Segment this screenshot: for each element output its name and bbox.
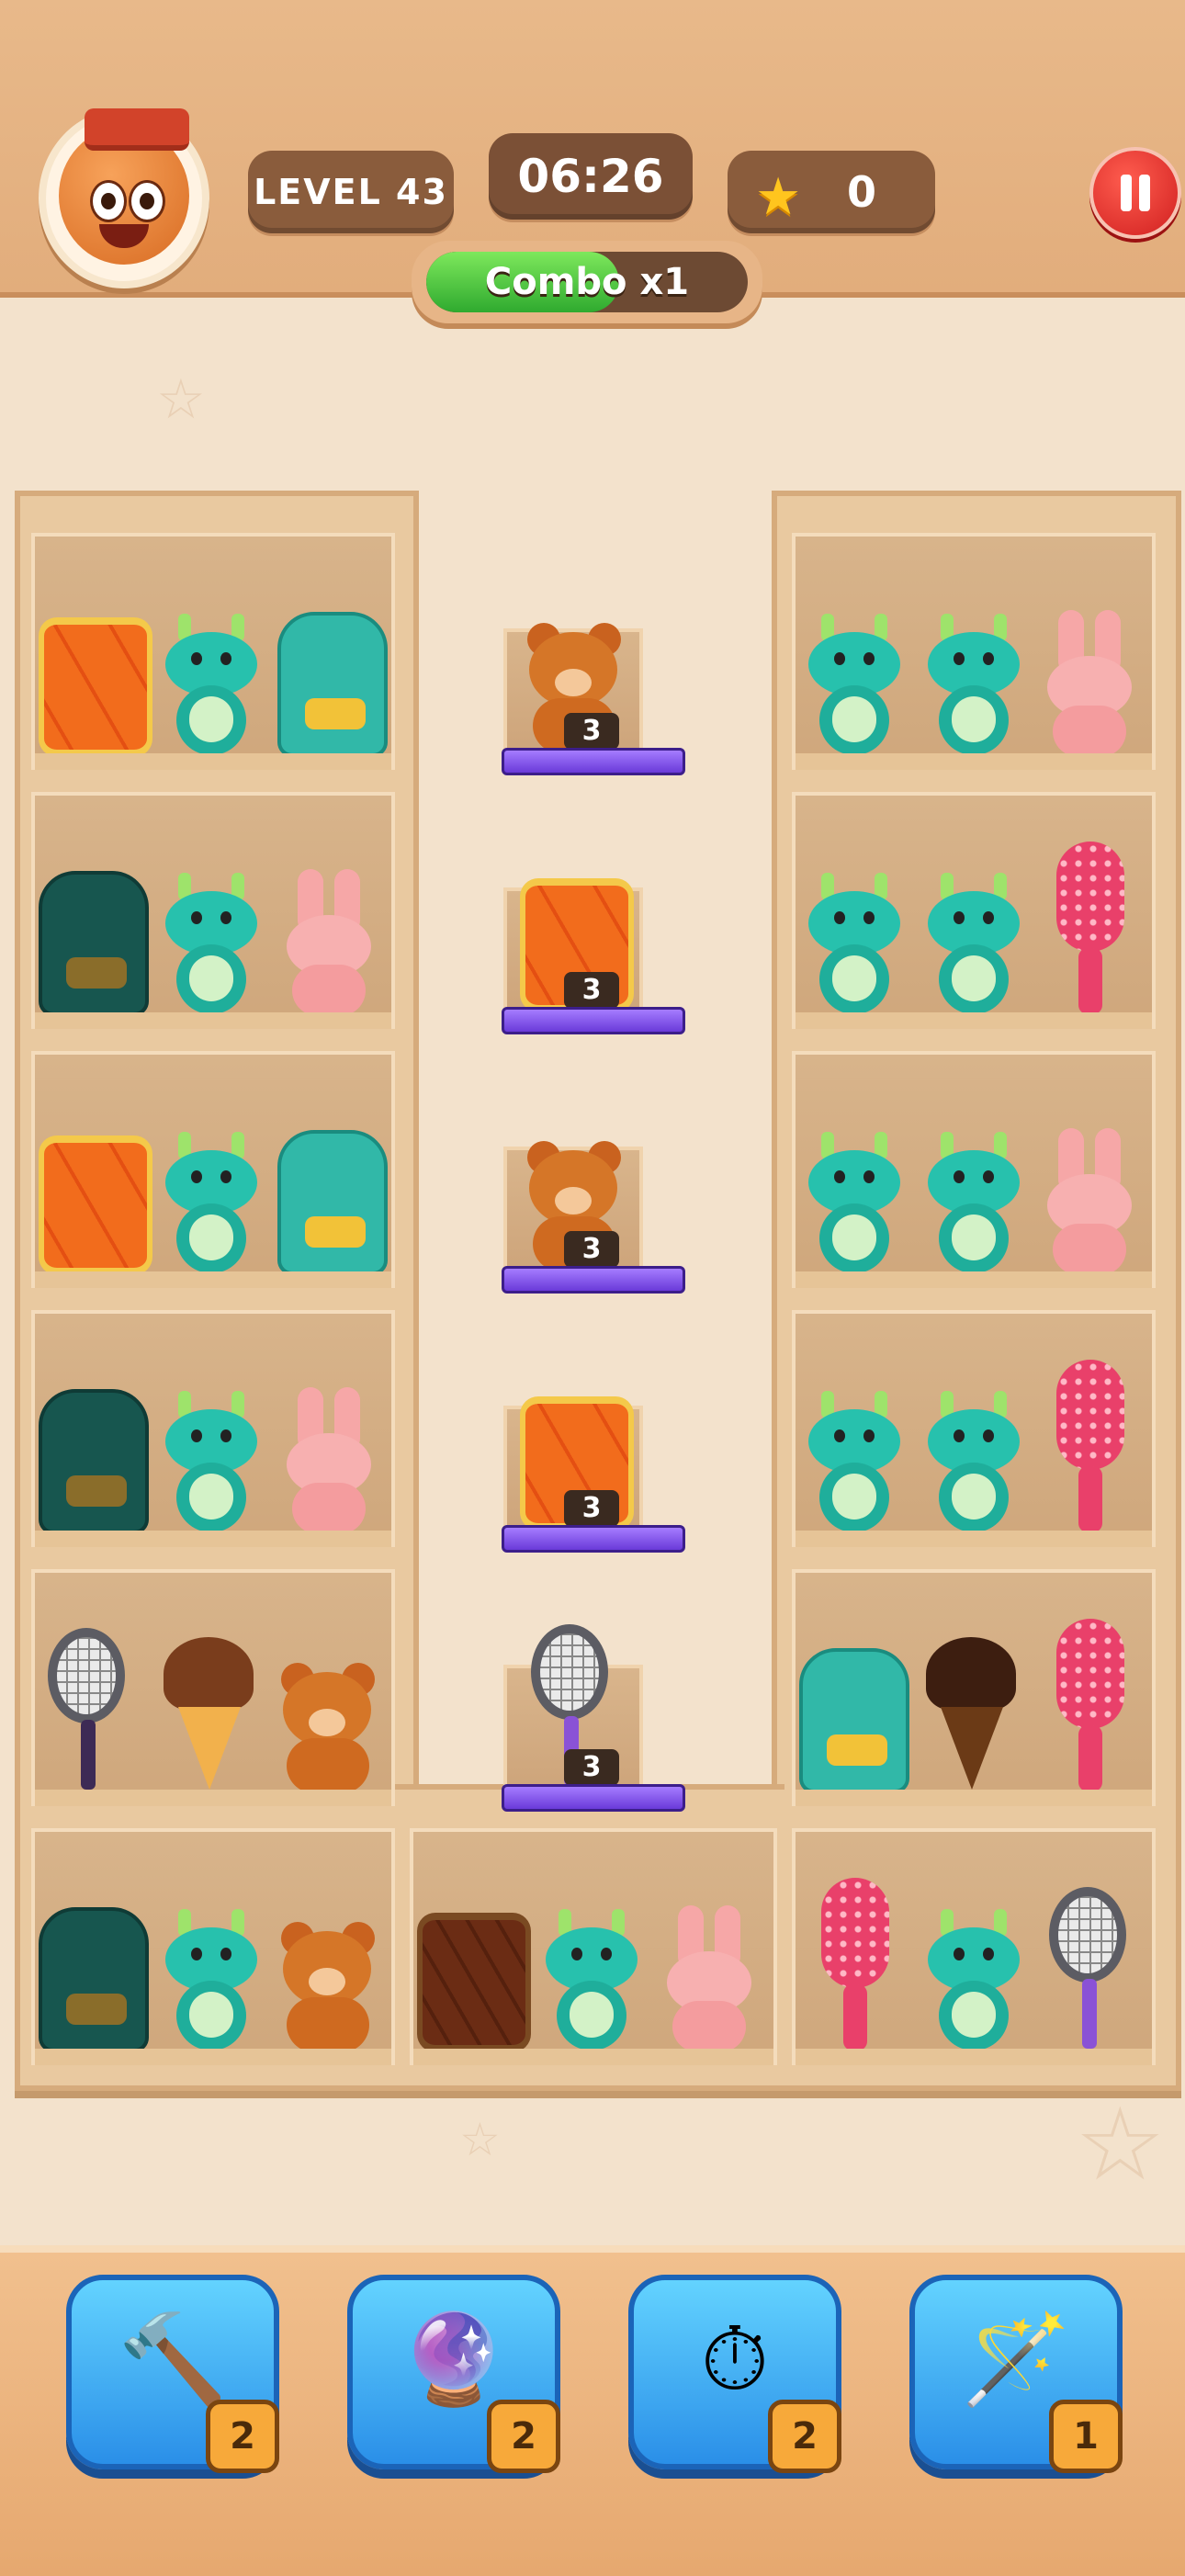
shuffle-booster-button[interactable]: 🔮 2	[347, 2275, 560, 2473]
deer-plush-item[interactable]	[799, 873, 909, 1016]
combo-meter: Combo x1	[412, 241, 762, 323]
shelf-slot[interactable]	[792, 1828, 1156, 2065]
deer-plush-item[interactable]	[799, 1391, 909, 1534]
deer-plush-item[interactable]	[156, 873, 266, 1016]
ice-cream-item[interactable]	[920, 1628, 1021, 1793]
deer-plush-item[interactable]	[156, 1909, 266, 2052]
drum-item[interactable]	[417, 1913, 531, 2052]
hammer-booster-button[interactable]: 🔨 2	[66, 2275, 279, 2473]
lock-bar	[502, 1266, 685, 1294]
tennis-racket-item[interactable]	[48, 1628, 130, 1793]
star-counter: ★ 0	[728, 151, 935, 233]
drum-item[interactable]	[39, 1135, 152, 1275]
bunny-plush-item[interactable]	[1034, 1128, 1145, 1275]
shelf-slot[interactable]	[31, 1569, 395, 1806]
hairbrush-item[interactable]	[814, 1878, 897, 2052]
teddy-bear-item[interactable]	[268, 1915, 388, 2052]
decor-star-icon: ☆	[156, 367, 206, 432]
bunny-plush-item[interactable]	[654, 1905, 764, 2052]
lock-bar	[502, 1784, 685, 1812]
tennis-racket-item[interactable]	[1049, 1887, 1132, 2052]
shelf-slot[interactable]	[31, 792, 395, 1029]
shelf-slot[interactable]	[31, 533, 395, 770]
shelf-slot[interactable]	[792, 1569, 1156, 1806]
bunny-plush-item[interactable]	[274, 869, 384, 1016]
magic-wand-icon: 🪄	[961, 2308, 1071, 2411]
deer-plush-item[interactable]	[156, 614, 266, 757]
hairbrush-item[interactable]	[1049, 842, 1132, 1016]
drum-item[interactable]	[39, 617, 152, 757]
magic-wand-booster-button[interactable]: 🪄 1	[909, 2275, 1123, 2473]
countdown-timer: 06:26	[489, 133, 693, 220]
deer-plush-item[interactable]	[919, 1132, 1029, 1275]
star-count: 0	[847, 167, 877, 217]
shelf-slot[interactable]	[410, 1828, 777, 2065]
ice-cream-item[interactable]	[158, 1628, 259, 1793]
combo-progress-bar: Combo x1	[426, 252, 748, 312]
deer-plush-item[interactable]	[919, 873, 1029, 1016]
lock-bar	[502, 748, 685, 775]
shelf-slot[interactable]	[31, 1051, 395, 1288]
backpack-item[interactable]	[277, 612, 388, 757]
backpack-item[interactable]	[39, 1907, 149, 2052]
shelf-slot[interactable]	[792, 792, 1156, 1029]
shelf-slot[interactable]	[792, 533, 1156, 770]
combo-label: Combo x1	[484, 261, 690, 303]
stack-count-badge: 3	[564, 1231, 619, 1268]
teddy-bear-item[interactable]	[268, 1655, 388, 1793]
freeze-time-booster-button[interactable]: ⏱ 2	[628, 2275, 841, 2473]
pause-button[interactable]	[1089, 147, 1181, 239]
backpack-item[interactable]	[39, 1389, 149, 1534]
booster-count: 1	[1049, 2400, 1123, 2473]
stack-count-badge: 3	[564, 1749, 619, 1786]
level-indicator: LEVEL 43	[248, 151, 454, 233]
hairbrush-item[interactable]	[1049, 1360, 1132, 1534]
shelf-slot[interactable]	[792, 1310, 1156, 1547]
deer-plush-item[interactable]	[919, 1391, 1029, 1534]
player-avatar[interactable]	[39, 108, 209, 288]
star-orb-icon: 🔮	[399, 2308, 509, 2411]
booster-count: 2	[206, 2400, 279, 2473]
deer-plush-item[interactable]	[156, 1391, 266, 1534]
decor-star-icon: ☆	[459, 2113, 501, 2166]
shelf-slot[interactable]	[792, 1051, 1156, 1288]
shelf-slot[interactable]	[31, 1310, 395, 1547]
deer-plush-item[interactable]	[799, 1132, 909, 1275]
booster-count: 2	[768, 2400, 841, 2473]
deer-plush-item[interactable]	[156, 1132, 266, 1275]
hammer-icon: 🔨	[118, 2308, 228, 2411]
bunny-plush-item[interactable]	[1034, 610, 1145, 757]
star-icon: ★	[755, 167, 802, 227]
lock-bar	[502, 1525, 685, 1553]
stopwatch-icon: ⏱	[700, 2308, 770, 2411]
hairbrush-item[interactable]	[1049, 1619, 1132, 1793]
deer-plush-item[interactable]	[919, 614, 1029, 757]
avatar-face-icon	[59, 108, 189, 265]
deer-plush-item[interactable]	[919, 1909, 1029, 2052]
booster-count: 2	[487, 2400, 560, 2473]
stack-count-badge: 3	[564, 972, 619, 1009]
decor-star-icon: ☆	[1075, 2085, 1166, 2203]
stack-count-badge: 3	[564, 1490, 619, 1527]
stack-count-badge: 3	[564, 713, 619, 750]
lock-bar	[502, 1007, 685, 1034]
deer-plush-item[interactable]	[536, 1909, 647, 2052]
backpack-item[interactable]	[277, 1130, 388, 1275]
backpack-item[interactable]	[39, 871, 149, 1016]
bunny-plush-item[interactable]	[274, 1387, 384, 1534]
backpack-item[interactable]	[799, 1648, 909, 1793]
shelf-slot[interactable]	[31, 1828, 395, 2065]
deer-plush-item[interactable]	[799, 614, 909, 757]
